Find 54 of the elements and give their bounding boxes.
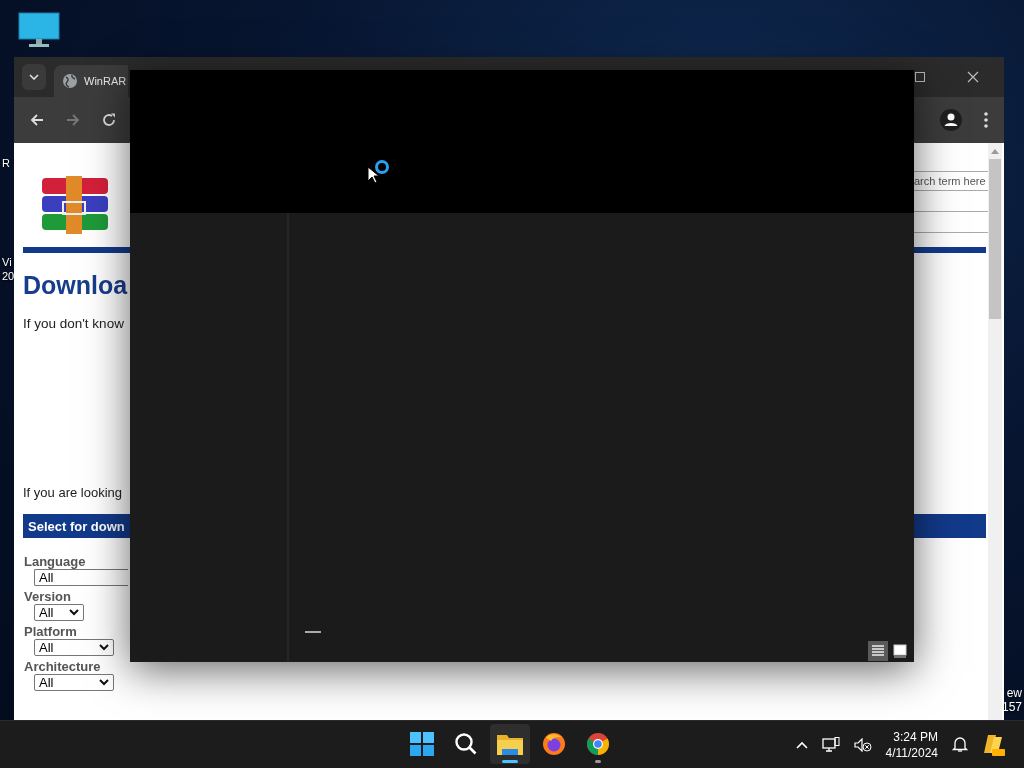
list-icon (871, 644, 885, 658)
network-icon[interactable] (821, 736, 840, 753)
desktop-icon-label: ew 157 (1001, 686, 1022, 714)
filter-label: Language (24, 554, 86, 569)
filter-dropdown[interactable]: All (34, 604, 84, 621)
chrome-icon (586, 732, 610, 756)
section-heading: Select for down (28, 518, 125, 534)
filter-dropdown[interactable]: All (34, 569, 128, 586)
filter-label: Version (24, 589, 71, 604)
copilot-icon[interactable] (982, 732, 1006, 757)
clock-time: 3:24 PM (893, 728, 938, 745)
filter-dropdown[interactable]: All (34, 639, 114, 656)
filter-label: Platform (24, 624, 77, 639)
filter-dropdown[interactable]: All (34, 674, 114, 691)
globe-icon (62, 73, 78, 89)
chevron-down-icon (99, 644, 109, 651)
search-field[interactable]: arch term here (914, 171, 988, 191)
chevron-down-icon (69, 609, 79, 616)
details-view-button[interactable] (868, 641, 888, 661)
tab-list-button[interactable] (22, 64, 46, 90)
desktop-icon-label: R (2, 156, 10, 170)
clock[interactable]: 3:24 PM 4/11/2024 (885, 728, 938, 761)
browser-tab[interactable]: WinRAR (54, 65, 128, 97)
desktop-icon-label: Vi 20 (2, 255, 15, 283)
chevron-down-icon (99, 679, 109, 686)
back-arrow-icon[interactable] (30, 113, 44, 127)
window-icon (893, 644, 907, 658)
folder-icon (497, 733, 523, 755)
dash-mark (305, 631, 321, 633)
books-logo-icon (42, 176, 110, 234)
mouse-pointer-icon (367, 166, 379, 184)
files-button[interactable] (490, 724, 530, 764)
chevron-down-icon (29, 74, 39, 80)
page-heading: Downloa (23, 271, 129, 300)
scrollbar[interactable] (988, 143, 1002, 720)
search-icon (454, 732, 478, 756)
forward-arrow-icon[interactable] (66, 113, 80, 127)
maximize-icon[interactable] (915, 72, 925, 82)
bell-icon[interactable] (952, 736, 968, 753)
intro-text: If you don't know (23, 316, 125, 331)
close-icon[interactable] (967, 71, 979, 83)
scroll-thumb[interactable] (989, 159, 1001, 319)
monitor-icon[interactable] (18, 12, 60, 50)
profile-icon[interactable] (940, 109, 962, 131)
reload-icon[interactable] (102, 113, 116, 127)
windows-logo-icon (410, 732, 434, 756)
chevron-up-icon[interactable] (795, 740, 808, 749)
fox-globe-icon (542, 732, 566, 756)
tiles-view-button[interactable] (890, 641, 910, 661)
clock-date: 4/11/2024 (885, 744, 938, 761)
muted-speaker-icon[interactable] (853, 737, 872, 752)
filter-label: Architecture (24, 659, 101, 674)
menu-icon[interactable] (984, 112, 988, 128)
note-text: If you are looking (23, 485, 123, 500)
